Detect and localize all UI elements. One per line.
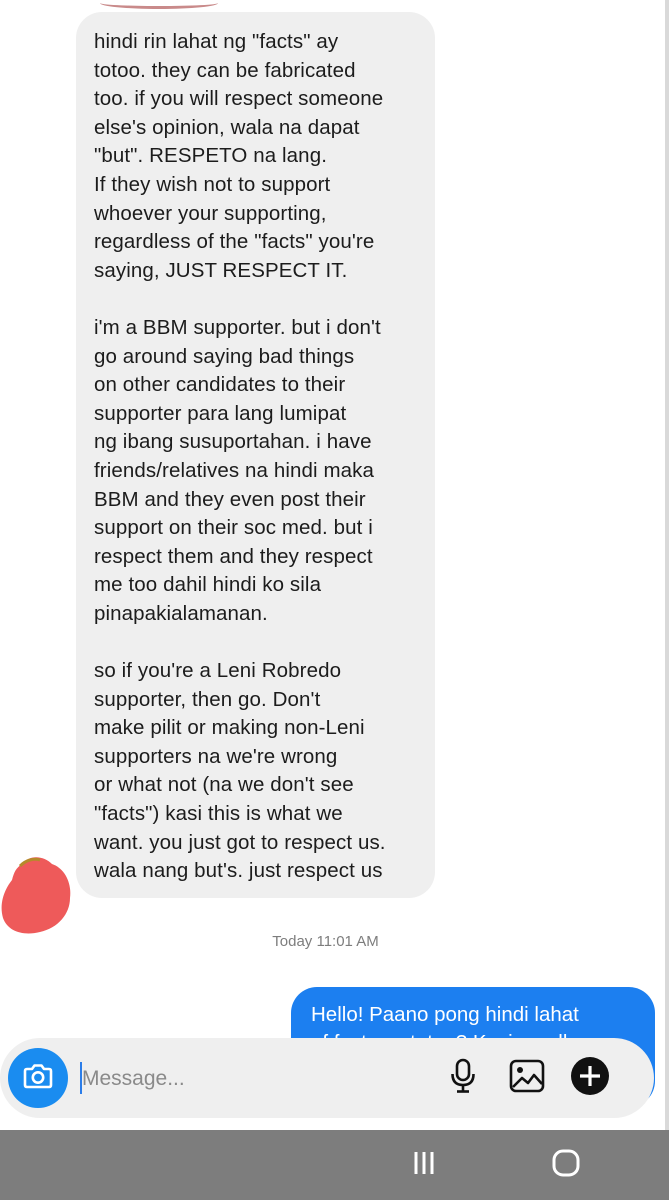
message-input[interactable] [80,1058,424,1100]
image-gallery-icon [509,1059,545,1098]
home-icon [551,1148,581,1183]
gallery-button[interactable] [507,1058,547,1098]
voice-message-button[interactable] [443,1058,483,1098]
camera-button[interactable] [8,1048,68,1108]
incoming-message-bubble[interactable]: hindi rin lahat ng "facts" ay totoo. the… [76,12,435,898]
recent-apps-button[interactable] [404,1147,444,1183]
message-timestamp: Today 11:01 AM [272,933,379,950]
sender-avatar-redacted[interactable] [0,852,74,936]
previous-element-edge [100,0,218,9]
more-options-button[interactable] [570,1056,610,1101]
recent-apps-icon [410,1149,438,1182]
message-composer [0,1038,654,1118]
home-button[interactable] [546,1147,586,1183]
incoming-message-text: hindi rin lahat ng "facts" ay totoo. the… [94,30,386,883]
system-navigation-bar [0,1130,669,1200]
camera-icon [23,1063,53,1094]
screen-edge [665,0,669,1130]
microphone-icon [450,1058,476,1099]
plus-circle-icon [570,1056,610,1101]
